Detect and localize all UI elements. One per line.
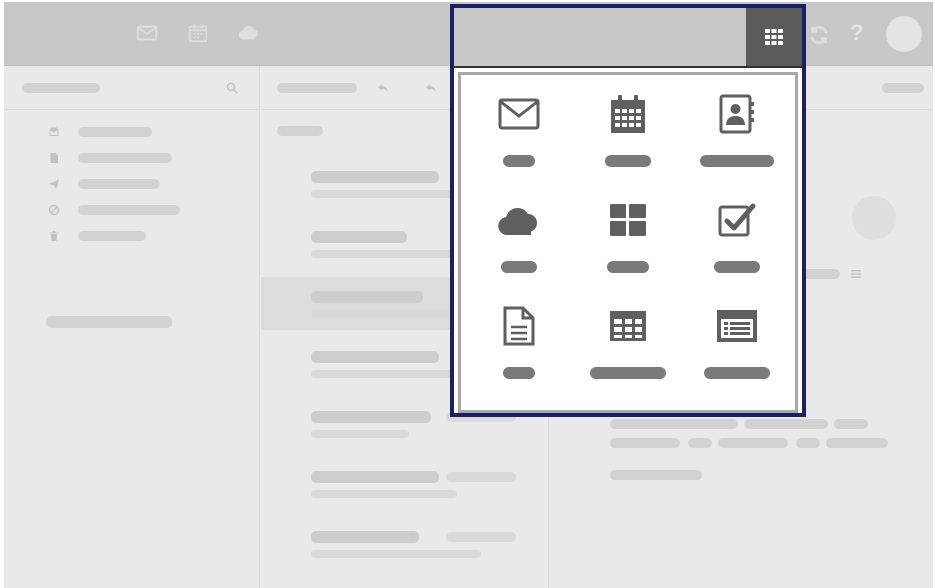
placeholder-bar xyxy=(277,126,323,136)
apps-grid-button[interactable] xyxy=(746,8,802,66)
placeholder-bar xyxy=(311,411,431,423)
avatar[interactable] xyxy=(886,16,922,52)
placeholder-bar xyxy=(311,171,439,183)
blocked-icon[interactable] xyxy=(48,204,60,216)
placeholder-bar xyxy=(882,83,924,93)
cloud-icon xyxy=(497,199,541,241)
placeholder-bar xyxy=(796,438,820,448)
placeholder-bar xyxy=(311,531,419,543)
app-tile-label xyxy=(704,367,770,379)
file-icon[interactable] xyxy=(48,152,60,164)
placeholder-bar xyxy=(311,310,471,318)
placeholder-bar xyxy=(311,190,471,198)
placeholder-bar xyxy=(78,205,180,215)
placeholder-bar xyxy=(311,250,471,258)
refresh-icon[interactable] xyxy=(808,24,830,46)
app-tile-presentation[interactable] xyxy=(685,287,789,379)
placeholder-bar xyxy=(744,419,828,429)
app-tile-label xyxy=(605,155,651,167)
spreadsheet-icon xyxy=(610,305,646,347)
app-tile-cloud[interactable] xyxy=(467,181,571,273)
placeholder-bar xyxy=(311,291,423,303)
reply-icon[interactable] xyxy=(377,82,389,94)
mail-icon xyxy=(498,93,540,135)
calendar-icon xyxy=(609,93,647,135)
send-icon[interactable] xyxy=(48,178,60,190)
placeholder-bar xyxy=(311,490,457,498)
app-tile-spreadsheet[interactable] xyxy=(576,287,680,379)
placeholder-bar xyxy=(277,83,357,93)
app-tile-calendar[interactable] xyxy=(576,75,680,167)
placeholder-bar xyxy=(22,83,100,93)
placeholder-bar xyxy=(311,351,439,363)
folder-pane-header xyxy=(4,66,259,110)
placeholder-bar xyxy=(610,419,738,429)
placeholder-bar xyxy=(688,438,712,448)
app-tile-label xyxy=(503,155,535,167)
sender-avatar xyxy=(852,196,896,240)
launcher-header xyxy=(454,8,802,68)
menu-icon[interactable] xyxy=(850,268,862,280)
app-launcher xyxy=(450,4,806,417)
app-tile-document[interactable] xyxy=(467,287,571,379)
placeholder-bar xyxy=(446,472,516,482)
help-icon[interactable]: ? xyxy=(850,20,863,46)
app-tile-mail[interactable] xyxy=(467,75,571,167)
placeholder-bar xyxy=(826,438,888,448)
placeholder-bar xyxy=(446,532,516,542)
tasks-icon xyxy=(718,199,756,241)
placeholder-bar xyxy=(311,471,439,483)
document-icon xyxy=(501,305,537,347)
placeholder-bar xyxy=(46,316,172,328)
app-tile-label xyxy=(503,367,535,379)
placeholder-bar xyxy=(610,470,702,480)
placeholder-bar xyxy=(718,438,788,448)
trash-icon[interactable] xyxy=(48,230,60,242)
app-tile-contacts[interactable] xyxy=(685,75,789,167)
launcher-panel xyxy=(458,72,798,413)
folder-pane xyxy=(4,66,260,588)
search-icon[interactable] xyxy=(226,82,238,94)
placeholder-bar xyxy=(78,231,146,241)
reply-all-icon[interactable] xyxy=(425,82,437,94)
placeholder-bar xyxy=(311,231,407,243)
placeholder-bar xyxy=(78,179,160,189)
cloud-icon[interactable] xyxy=(238,22,260,44)
placeholder-bar xyxy=(311,370,471,378)
placeholder-bar xyxy=(834,419,868,429)
contacts-icon xyxy=(718,93,756,135)
app-tile-label xyxy=(714,261,760,273)
app-tile-tasks[interactable] xyxy=(685,181,789,273)
presentation-icon xyxy=(717,305,757,347)
app-tile-label xyxy=(607,261,649,273)
app-tile-label xyxy=(501,261,537,273)
placeholder-bar xyxy=(78,153,172,163)
placeholder-bar xyxy=(311,550,481,558)
calendar-icon[interactable] xyxy=(187,22,209,44)
app-tile-dashboard[interactable] xyxy=(576,181,680,273)
app-tile-label xyxy=(700,155,774,167)
apps-grid-icon xyxy=(765,29,783,45)
dashboard-icon xyxy=(610,199,646,241)
placeholder-bar xyxy=(610,438,680,448)
mail-icon[interactable] xyxy=(136,22,158,44)
placeholder-bar xyxy=(311,430,409,438)
inbox-icon[interactable] xyxy=(48,126,60,138)
placeholder-bar xyxy=(78,127,152,137)
app-tile-label xyxy=(590,367,666,379)
